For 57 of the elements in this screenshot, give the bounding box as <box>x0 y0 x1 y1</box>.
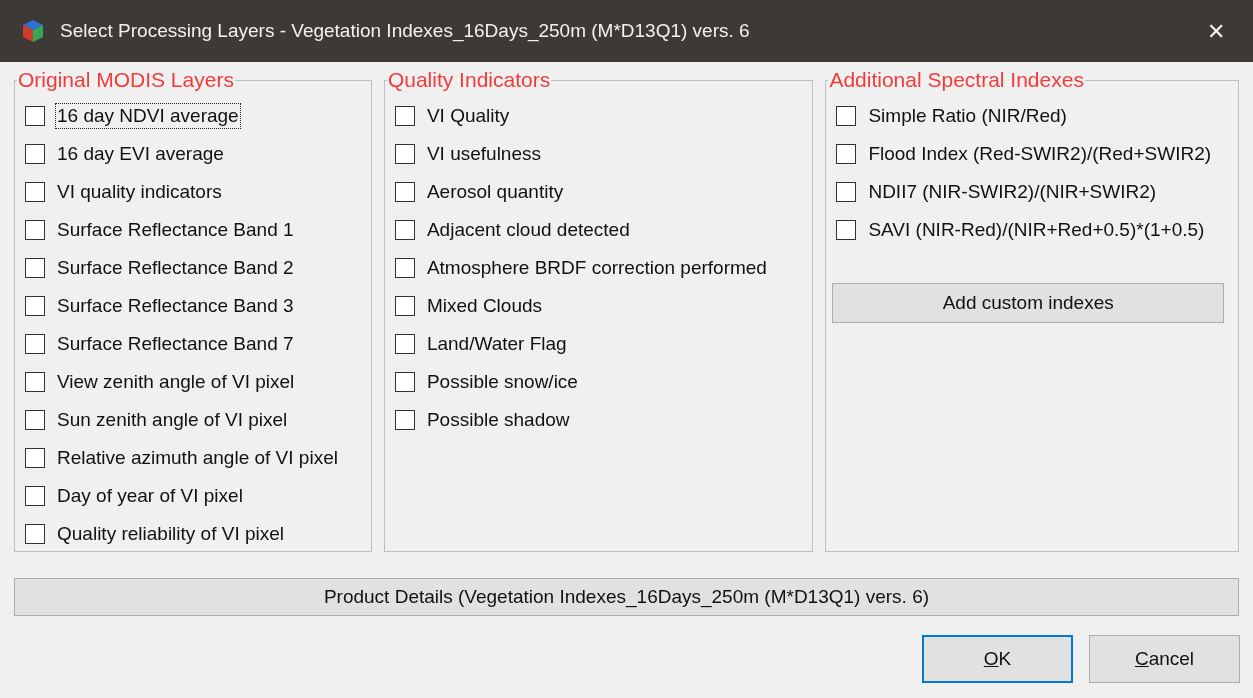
checkbox[interactable] <box>25 258 45 278</box>
checkbox[interactable] <box>836 144 857 164</box>
checkbox-label[interactable]: Surface Reflectance Band 1 <box>56 218 295 242</box>
checkbox[interactable] <box>394 220 415 240</box>
checkbox-label[interactable]: 16 day EVI average <box>56 142 225 166</box>
checkbox-label[interactable]: Aerosol quantity <box>425 180 565 204</box>
checkbox-label[interactable]: Day of year of VI pixel <box>56 484 244 508</box>
checkbox[interactable] <box>25 486 45 506</box>
checkbox-label[interactable]: View zenith angle of VI pixel <box>56 370 296 394</box>
app-icon <box>22 19 44 43</box>
checkbox-label[interactable]: Flood Index (Red-SWIR2)/(Red+SWIR2) <box>867 142 1213 166</box>
checkbox-label[interactable]: Quality reliability of VI pixel <box>56 522 286 546</box>
checkbox-label[interactable]: VI usefulness <box>425 142 542 166</box>
checkbox[interactable] <box>394 296 415 316</box>
dialog-button[interactable]: OK <box>922 635 1073 683</box>
product-details-button[interactable]: Product Details (Vegetation Indexes_16Days_250m (M*D13Q1) vers. 6) <box>14 578 1239 616</box>
checkbox-label[interactable]: NDII7 (NIR-SWIR2)/(NIR+SWIR2) <box>867 180 1158 204</box>
checkbox[interactable] <box>836 220 857 240</box>
checkbox-label[interactable]: Relative azimuth angle of VI pixel <box>56 446 339 470</box>
checkbox-label[interactable]: VI quality indicators <box>56 180 223 204</box>
checkbox[interactable] <box>25 296 45 316</box>
checkbox-label[interactable]: Surface Reflectance Band 2 <box>56 256 295 280</box>
checkbox-label[interactable]: 16 day NDVI average <box>56 104 240 128</box>
checkbox-label[interactable]: Simple Ratio (NIR/Red) <box>867 104 1068 128</box>
checkbox[interactable] <box>25 372 45 392</box>
checkbox[interactable] <box>25 220 45 240</box>
checkbox[interactable] <box>25 448 45 468</box>
checkbox-label[interactable]: Sun zenith angle of VI pixel <box>56 408 289 432</box>
checkbox-label[interactable]: Surface Reflectance Band 7 <box>56 332 295 356</box>
checkbox-label[interactable]: SAVI (NIR-Red)/(NIR+Red+0.5)*(1+0.5) <box>867 218 1206 242</box>
checkbox[interactable] <box>25 524 45 544</box>
add-custom-indexes-button[interactable]: Add custom indexes <box>832 283 1224 323</box>
checkbox-label[interactable]: Possible shadow <box>425 408 571 432</box>
checkbox-label[interactable]: Mixed Clouds <box>425 294 544 318</box>
checkbox-label[interactable]: Atmosphere BRDF correction performed <box>425 256 768 280</box>
checkbox[interactable] <box>394 372 415 392</box>
checkbox[interactable] <box>836 182 857 202</box>
checkbox[interactable] <box>394 410 415 430</box>
checkbox-label[interactable]: VI Quality <box>425 104 511 128</box>
dialog-button[interactable]: Cancel <box>1089 635 1240 683</box>
checkbox[interactable] <box>25 334 45 354</box>
close-button[interactable]: ✕ <box>1201 16 1231 46</box>
checkbox-label[interactable]: Adjacent cloud detected <box>425 218 631 242</box>
checkbox[interactable] <box>394 258 415 278</box>
checkbox[interactable] <box>25 144 45 164</box>
checkbox[interactable] <box>25 182 45 202</box>
checkbox[interactable] <box>394 144 415 164</box>
checkbox[interactable] <box>394 334 415 354</box>
window-title: Select Processing Layers - Vegetation Indexes_16Days_250m (M*D13Q1) vers. 6 <box>60 18 750 44</box>
checkbox[interactable] <box>394 106 415 126</box>
checkbox[interactable] <box>836 106 857 126</box>
checkbox-label[interactable]: Possible snow/ice <box>425 370 579 394</box>
checkbox[interactable] <box>25 410 45 430</box>
checkbox-label[interactable]: Land/Water Flag <box>425 332 568 356</box>
checkbox[interactable] <box>25 106 45 126</box>
checkbox-label[interactable]: Surface Reflectance Band 3 <box>56 294 295 318</box>
checkbox[interactable] <box>394 182 415 202</box>
